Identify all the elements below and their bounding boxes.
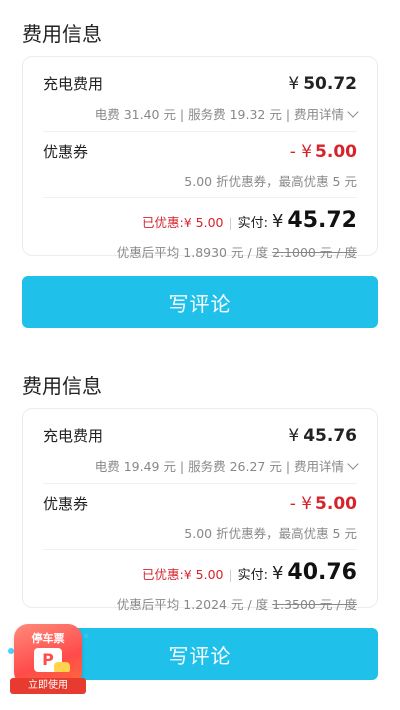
fee-breakdown-text: 电费 19.49 元 | 服务费 26.27 元 | 费用详情 [94, 459, 344, 474]
average-price-discounted: 优惠后平均 1.2024 元 / 度 [116, 597, 269, 612]
charge-row: 充电费用 ¥45.76 [43, 425, 357, 446]
currency-symbol: ¥ [288, 426, 300, 446]
charge-amount-value: 45.76 [303, 426, 357, 446]
payment-summary: 已优惠:¥ 5.00 | 实付: ¥ 40.76 [142, 560, 357, 585]
divider [43, 483, 357, 484]
average-price: 优惠后平均 1.2024 元 / 度 1.3500 元 / 度 [117, 594, 357, 613]
average-price: 优惠后平均 1.8930 元 / 度 2.1000 元 / 度 [117, 242, 357, 261]
divider [43, 549, 357, 550]
section-title: 费用信息 [22, 374, 102, 398]
average-price-original: 1.3500 元 / 度 [272, 597, 357, 612]
currency-symbol: ¥ [271, 563, 284, 584]
fee-card: 充电费用 ¥50.72 电费 31.40 元 | 服务费 19.32 元 | 费… [22, 56, 378, 260]
payment-summary: 已优惠:¥ 5.00 | 实付: ¥ 45.72 [142, 208, 357, 233]
currency-symbol: ¥ [271, 211, 284, 232]
divider [43, 197, 357, 198]
coupon-amount: - ¥5.00 [290, 142, 357, 162]
chevron-down-icon [347, 106, 359, 118]
car-icon [54, 662, 70, 672]
write-review-button[interactable]: 写评论 [22, 276, 378, 328]
decoration-dot [84, 634, 88, 638]
saved-amount: 已优惠:¥ 5.00 [142, 215, 224, 230]
paid-amount: 40.76 [287, 560, 357, 585]
screen: 费用信息 充电费用 ¥50.72 电费 31.40 元 | 服务费 19.32 … [0, 0, 400, 710]
charge-row: 充电费用 ¥50.72 [43, 73, 357, 94]
separator: | [228, 216, 233, 230]
fee-card: 充电费用 ¥45.76 电费 19.49 元 | 服务费 26.27 元 | 费… [22, 408, 378, 612]
coupon-row[interactable]: 优惠券 - ¥5.00 [43, 493, 357, 514]
parking-ticket-icon: 停车票 P [14, 624, 82, 686]
divider [43, 131, 357, 132]
coupon-description: 5.00 折优惠券，最高优惠 5 元 [184, 526, 357, 541]
charge-amount: ¥45.76 [288, 426, 357, 446]
chevron-down-icon [347, 458, 359, 470]
currency-symbol: ¥ [288, 74, 300, 94]
charge-amount-value: 50.72 [303, 74, 357, 94]
coupon-label: 优惠券 [43, 143, 89, 161]
fee-breakdown[interactable]: 电费 19.49 元 | 服务费 26.27 元 | 费用详情 [94, 456, 359, 475]
section-title: 费用信息 [22, 22, 102, 46]
saved-amount: 已优惠:¥ 5.00 [142, 567, 224, 582]
average-price-original: 2.1000 元 / 度 [272, 245, 357, 260]
coupon-amount-value: 5.00 [315, 494, 357, 514]
paid-amount: 45.72 [287, 208, 357, 233]
charge-amount: ¥50.72 [288, 74, 357, 94]
coupon-amount-value: 5.00 [315, 142, 357, 162]
coupon-prefix: - ¥ [289, 494, 313, 514]
coupon-amount: - ¥5.00 [290, 494, 357, 514]
charge-label: 充电费用 [43, 427, 104, 445]
coupon-prefix: - ¥ [289, 142, 313, 162]
parking-ticket-badge[interactable]: 停车票 P 立即使用 [8, 618, 88, 698]
average-price-discounted: 优惠后平均 1.8930 元 / 度 [116, 245, 269, 260]
use-now-button[interactable]: 立即使用 [10, 678, 86, 694]
fee-breakdown-text: 电费 31.40 元 | 服务费 19.32 元 | 费用详情 [94, 107, 344, 122]
paid-label: 实付: [237, 216, 268, 231]
fee-breakdown[interactable]: 电费 31.40 元 | 服务费 19.32 元 | 费用详情 [94, 104, 359, 123]
coupon-label: 优惠券 [43, 495, 89, 513]
coupon-description: 5.00 折优惠券，最高优惠 5 元 [184, 174, 357, 189]
separator: | [228, 568, 233, 582]
coupon-row[interactable]: 优惠券 - ¥5.00 [43, 141, 357, 162]
badge-title: 停车票 [31, 632, 65, 645]
charge-label: 充电费用 [43, 75, 104, 93]
paid-label: 实付: [237, 568, 268, 583]
